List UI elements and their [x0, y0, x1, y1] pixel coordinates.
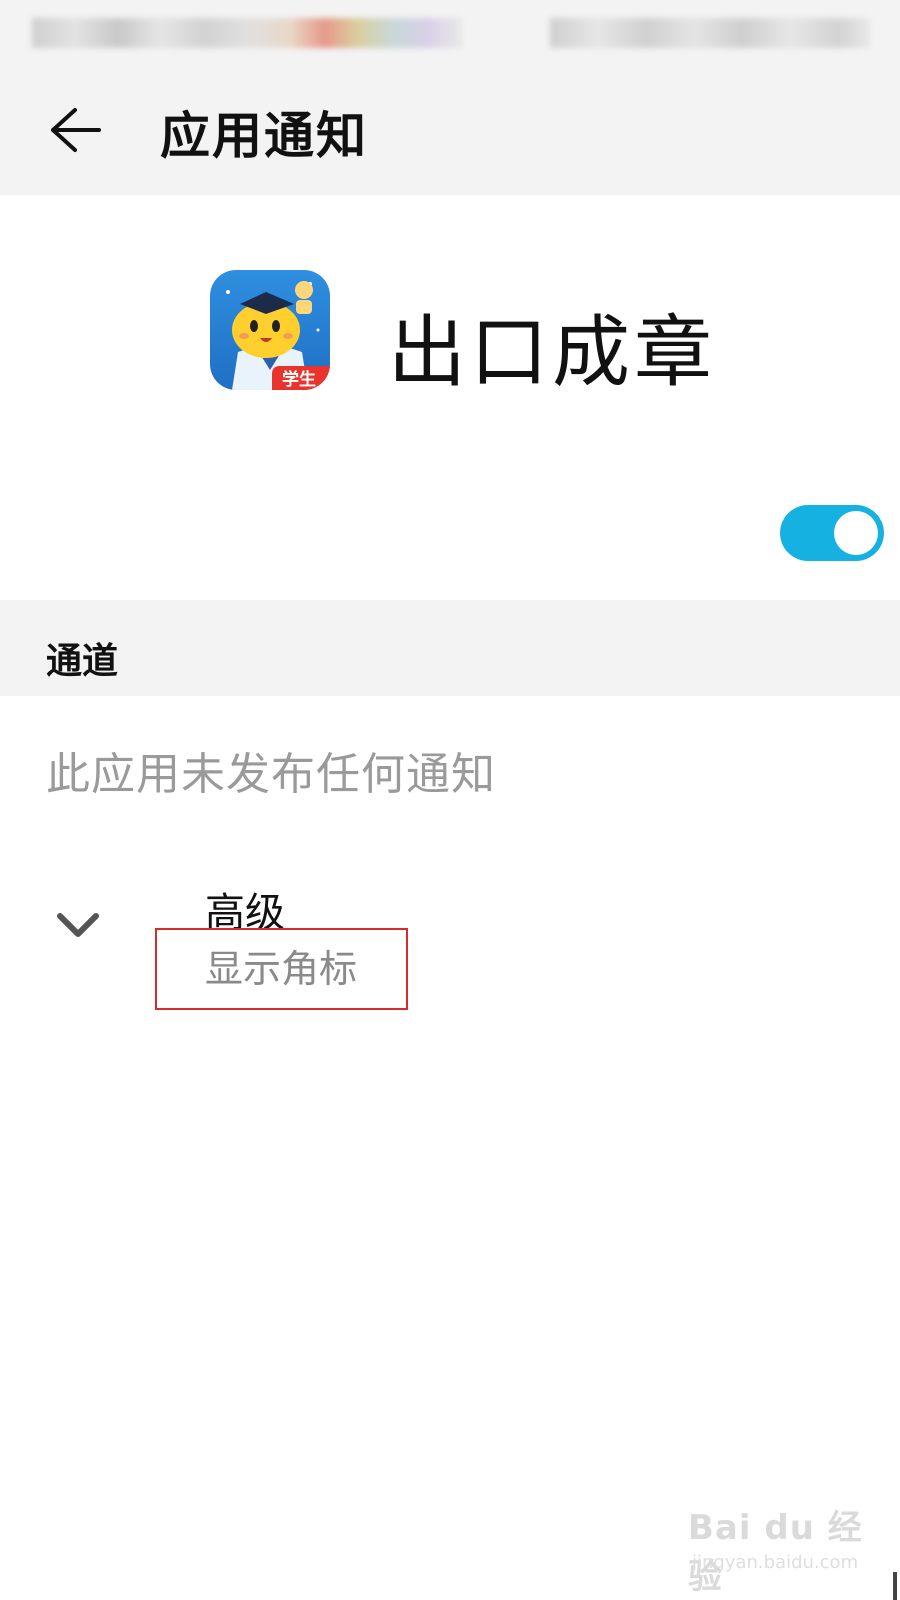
- chevron-down-icon: [57, 913, 99, 937]
- highlight-annotation-box: [155, 928, 408, 1010]
- app-icon-badge-label: 学生: [282, 370, 316, 390]
- status-bar-left-blurred: [32, 18, 462, 48]
- watermark-brand: Bai du 经验: [688, 1508, 863, 1597]
- status-bar: [0, 0, 900, 70]
- page-title: 应用通知: [160, 107, 368, 165]
- toggle-knob: [834, 511, 878, 555]
- app-mascot-icon: 学生: [210, 270, 330, 390]
- advanced-row[interactable]: 高级 显示角标: [0, 860, 900, 1010]
- notifications-toggle[interactable]: [780, 505, 884, 561]
- baidu-watermark-logo: Bai du 经验 jingyan.baidu.com: [688, 1500, 888, 1597]
- section-title: 通道: [46, 641, 119, 682]
- status-bar-right-blurred: [550, 18, 870, 48]
- app-header: 应用通知: [0, 70, 900, 195]
- arrow-left-icon: [51, 108, 101, 152]
- back-button[interactable]: [40, 100, 110, 160]
- empty-channels-message: 此应用未发布任何通知: [46, 749, 496, 800]
- scroll-indicator: [893, 1572, 897, 1600]
- watermark-url: jingyan.baidu.com: [692, 1552, 859, 1573]
- app-name: 出口成章: [388, 308, 717, 398]
- section-header-channels: 通道: [0, 600, 900, 696]
